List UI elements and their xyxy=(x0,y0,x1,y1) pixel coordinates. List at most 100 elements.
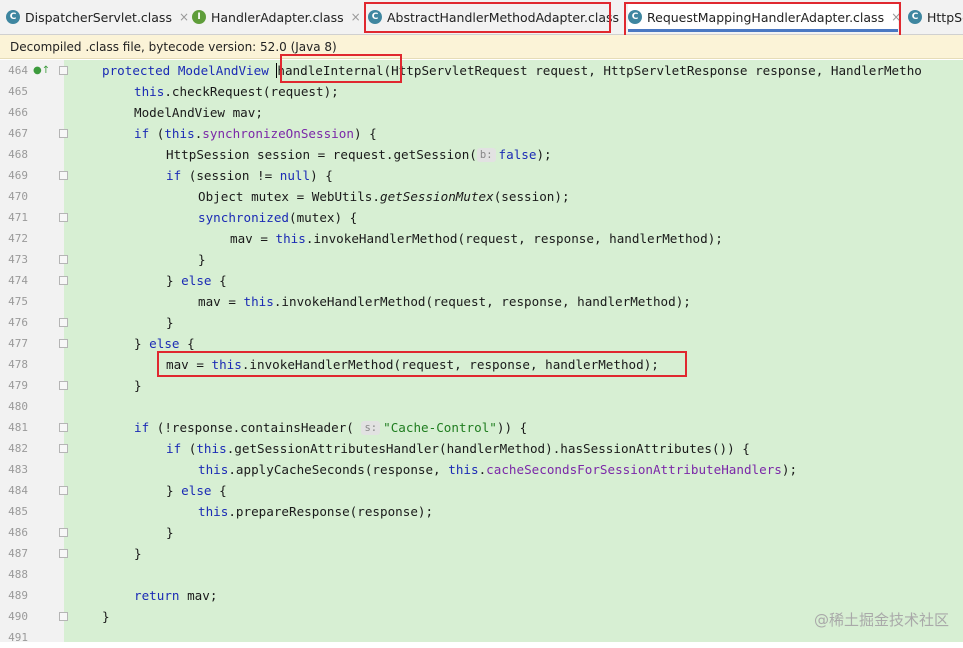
code-line: 478 mav = this.invokeHandlerMethod(reque… xyxy=(0,354,963,375)
code-token: )) { xyxy=(496,420,528,435)
code-line: 470 Object mutex = WebUtils.getSessionMu… xyxy=(0,186,963,207)
fold-icon[interactable] xyxy=(59,339,68,348)
code-token: (!response.containsHeader( xyxy=(149,420,354,435)
code-line: 486 } xyxy=(0,522,963,543)
code-line: 491 xyxy=(0,627,963,648)
line-number: 491 xyxy=(8,631,28,644)
keyword: protected ModelAndView xyxy=(102,63,277,78)
keyword: false xyxy=(498,147,537,162)
close-icon[interactable]: × xyxy=(891,10,901,24)
fold-icon[interactable] xyxy=(59,255,68,264)
line-number: 478 xyxy=(8,358,28,371)
keyword: if xyxy=(134,126,150,141)
code-line: 473 } xyxy=(0,249,963,270)
code-token: (mutex) { xyxy=(289,210,358,225)
fold-icon[interactable] xyxy=(59,549,68,558)
fold-icon[interactable] xyxy=(59,129,68,138)
tab-http-session[interactable]: C HttpSe xyxy=(908,4,963,30)
line-number: 469 xyxy=(8,169,28,182)
line-number: 466 xyxy=(8,106,28,119)
fold-icon[interactable] xyxy=(59,528,68,537)
code-line: 475 mav = this.invokeHandlerMethod(reque… xyxy=(0,291,963,312)
fold-icon[interactable] xyxy=(59,444,68,453)
code-text: } xyxy=(134,378,142,393)
code-text: } else { xyxy=(166,480,227,501)
keyword: else xyxy=(149,336,180,351)
fold-icon[interactable] xyxy=(59,612,68,621)
keyword: if xyxy=(166,168,182,183)
keyword: this xyxy=(196,441,227,456)
class-icon: C xyxy=(6,10,20,24)
line-number: 487 xyxy=(8,547,28,560)
tab-dispatcher-servlet[interactable]: C DispatcherServlet.class × xyxy=(6,4,190,30)
keyword: this xyxy=(164,126,195,141)
code-line: 464 ●↑ protected ModelAndView handleInte… xyxy=(0,60,963,81)
param-hint: s: xyxy=(361,421,381,435)
class-icon: C xyxy=(908,10,922,24)
code-token: ( xyxy=(149,126,165,141)
override-icon[interactable]: ●↑ xyxy=(33,60,50,81)
code-editor[interactable]: 464 ●↑ protected ModelAndView handleInte… xyxy=(0,54,963,644)
code-token: } xyxy=(166,273,182,288)
fold-icon[interactable] xyxy=(59,381,68,390)
line-number: 479 xyxy=(8,379,28,392)
close-icon[interactable]: × xyxy=(351,10,361,24)
line-number: 489 xyxy=(8,589,28,602)
code-line: 485 this.prepareResponse(response); xyxy=(0,501,963,522)
line-number: 485 xyxy=(8,505,28,518)
keyword: synchronized xyxy=(198,210,289,225)
code-line: 487 } xyxy=(0,543,963,564)
code-text: this.checkRequest(request); xyxy=(134,81,339,102)
line-number: 480 xyxy=(8,400,28,413)
line-number: 482 xyxy=(8,442,28,455)
code-text: if (!response.containsHeader( s: "Cache-C… xyxy=(134,417,527,438)
tab-handler-adapter[interactable]: I HandlerAdapter.class × xyxy=(192,4,362,30)
code-text: } xyxy=(198,252,206,267)
close-icon[interactable]: × xyxy=(179,10,189,24)
fold-icon[interactable] xyxy=(59,486,68,495)
code-line: 472 mav = this.invokeHandlerMethod(reque… xyxy=(0,228,963,249)
line-number: 490 xyxy=(8,610,28,623)
code-token: HttpSession session = request.getSession… xyxy=(166,147,477,162)
code-line: 465 this.checkRequest(request); xyxy=(0,81,963,102)
code-token: Object mutex = WebUtils. xyxy=(198,189,380,204)
code-token: .applyCacheSeconds(response, xyxy=(228,462,449,477)
line-number: 483 xyxy=(8,463,28,476)
fold-icon[interactable] xyxy=(59,213,68,222)
code-token: (session); xyxy=(493,189,570,204)
param-hint: b: xyxy=(476,148,496,162)
code-line: 484 } else { xyxy=(0,480,963,501)
fold-icon[interactable] xyxy=(59,66,68,75)
code-token: ); xyxy=(781,462,798,477)
code-line: 479 } xyxy=(0,375,963,396)
tab-request-mapping-handler-adapter[interactable]: C RequestMappingHandlerAdapter.class × xyxy=(628,4,901,32)
keyword: else xyxy=(181,483,212,498)
code-text: mav = this.invokeHandlerMethod(request, … xyxy=(166,354,659,375)
editor-tab-bar: C DispatcherServlet.class × I HandlerAda… xyxy=(0,0,963,35)
line-number: 481 xyxy=(8,421,28,434)
code-text: } xyxy=(166,315,174,330)
fold-icon[interactable] xyxy=(59,171,68,180)
code-token: ); xyxy=(536,147,552,162)
code-line: 481 if (!response.containsHeader( s: "Cac… xyxy=(0,417,963,438)
code-line: 467 if (this.synchronizeOnSession) { xyxy=(0,123,963,144)
keyword: this xyxy=(198,504,229,519)
keyword: this xyxy=(275,231,306,246)
code-text: this.applyCacheSeconds(response, this.ca… xyxy=(198,459,797,480)
fold-icon[interactable] xyxy=(59,423,68,432)
fold-icon[interactable] xyxy=(59,276,68,285)
code-token: ) { xyxy=(310,168,333,183)
fold-icon[interactable] xyxy=(59,318,68,327)
code-text: } else { xyxy=(166,270,227,291)
tab-abstract-handler-method-adapter[interactable]: C AbstractHandlerMethodAdapter.class xyxy=(368,4,619,30)
keyword: return xyxy=(134,588,180,603)
code-line: 471 synchronized(mutex) { xyxy=(0,207,963,228)
line-number: 488 xyxy=(8,568,28,581)
code-token: (session != xyxy=(181,168,280,183)
code-token: mav = xyxy=(166,357,212,372)
code-token: .prepareResponse(response); xyxy=(228,504,434,519)
code-token: ) { xyxy=(353,126,377,141)
code-token: .invokeHandlerMethod(request, response, … xyxy=(305,231,723,246)
keyword: if xyxy=(134,420,150,435)
tab-label: DispatcherServlet.class xyxy=(25,9,172,25)
